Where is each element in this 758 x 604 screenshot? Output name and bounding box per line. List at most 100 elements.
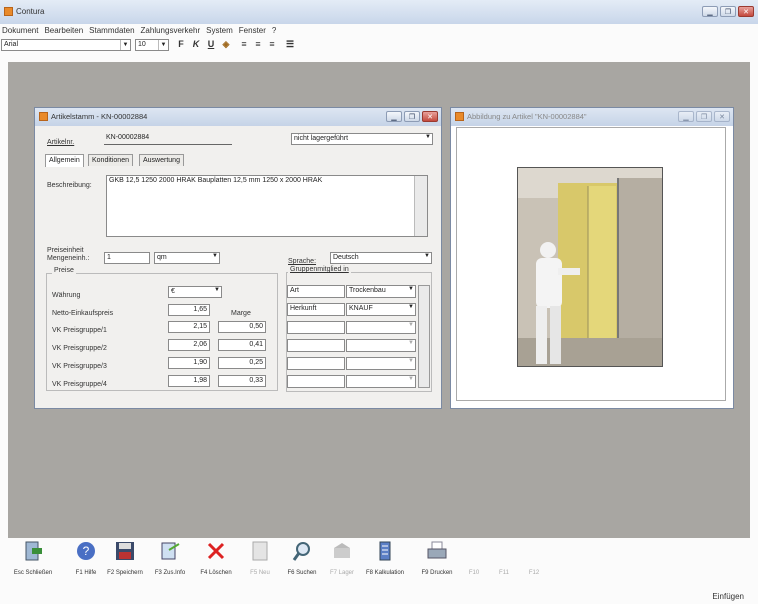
vk4-marge-field[interactable]: 0,33 xyxy=(218,375,266,387)
gruppe1-key-field[interactable]: Art xyxy=(287,285,345,298)
gruppe6-value-select[interactable]: ▼ xyxy=(346,375,416,388)
menu-stammdaten[interactable]: Stammdaten xyxy=(89,26,134,35)
align-right-icon[interactable]: ≡ xyxy=(266,39,278,51)
gruppe3-value-select[interactable]: ▼ xyxy=(346,321,416,334)
storage-select[interactable]: nicht lagergeführt ▼ xyxy=(291,133,433,145)
f10-placeholder xyxy=(463,540,485,562)
vk2-label: VK Preisgruppe/2 xyxy=(52,345,107,352)
vk3-marge-field[interactable]: 0,25 xyxy=(218,357,266,369)
esc-close-button[interactable]: Esc Schließen xyxy=(10,540,56,576)
beschreibung-textarea[interactable]: GKB 12,5 1250 2000 HRAK Bauplatten 12,5 … xyxy=(106,175,428,237)
image-window-titlebar[interactable]: Abbildung zu Artikel "KN-00002884" ▁ ❐ ✕ xyxy=(451,108,733,126)
f11-label: F11 xyxy=(499,570,509,576)
tab-konditionen[interactable]: Konditionen xyxy=(88,154,133,166)
save-label: F2 Speichern xyxy=(107,570,143,576)
info-button[interactable]: F3 Zus.Info xyxy=(148,540,192,576)
save-button[interactable]: F2 Speichern xyxy=(102,540,148,576)
waehrung-select[interactable]: € ▼ xyxy=(168,286,222,298)
info-icon xyxy=(159,540,181,562)
minimize-icon[interactable]: ▁ xyxy=(386,111,402,122)
delete-icon xyxy=(205,540,227,562)
underline-button[interactable]: U xyxy=(205,39,217,51)
chevron-down-icon: ▼ xyxy=(408,340,414,346)
close-icon[interactable]: ✕ xyxy=(422,111,438,122)
sprache-value: Deutsch xyxy=(333,254,359,261)
f12-button[interactable]: F12 xyxy=(522,540,546,576)
delete-label: F4 Löschen xyxy=(200,570,232,576)
f10-button[interactable]: F10 xyxy=(462,540,486,576)
f11-button[interactable]: F11 xyxy=(492,540,516,576)
gruppe1-value-select[interactable]: Trockenbau ▼ xyxy=(346,285,416,298)
color-icon[interactable]: ◈ xyxy=(220,39,232,51)
new-button[interactable]: F5 Neu xyxy=(240,540,280,576)
font-select[interactable]: Arial ▼ xyxy=(1,39,131,51)
calculation-button[interactable]: F8 Kalkulation xyxy=(362,540,408,576)
f12-placeholder xyxy=(523,540,545,562)
app-title: Contura xyxy=(16,7,45,16)
align-center-icon[interactable]: ≡ xyxy=(252,39,264,51)
chevron-down-icon: ▼ xyxy=(212,253,218,259)
stock-button[interactable]: F7 Lager xyxy=(322,540,362,576)
maximize-icon[interactable]: ❐ xyxy=(696,111,712,122)
menu-system[interactable]: System xyxy=(206,26,233,35)
align-left-icon[interactable]: ≡ xyxy=(238,39,250,51)
font-size-select[interactable]: 10 ▼ xyxy=(135,39,169,51)
gruppe5-key-field[interactable] xyxy=(287,357,345,370)
help-label: F1 Hilfe xyxy=(75,570,97,576)
close-icon[interactable]: ✕ xyxy=(738,6,754,17)
gruppen-label: Gruppenmitglied in xyxy=(288,266,351,273)
menu-dokument[interactable]: Dokument xyxy=(2,26,38,35)
gruppe2-value-select[interactable]: KNAUF ▼ xyxy=(346,303,416,316)
gruppe4-key-field[interactable] xyxy=(287,339,345,352)
beschreibung-scrollbar[interactable] xyxy=(414,176,427,236)
article-window-titlebar[interactable]: Artikelstamm - KN-00002884 ▁ ❐ ✕ xyxy=(35,108,441,126)
chevron-down-icon: ▼ xyxy=(408,304,414,310)
vk3-price-field[interactable]: 1,90 xyxy=(168,357,210,369)
list-icon[interactable]: ☰ xyxy=(284,39,296,51)
mengeneinh-label: Mengeneinh.: xyxy=(47,255,90,262)
calc-icon xyxy=(374,540,396,562)
sprache-select[interactable]: Deutsch ▼ xyxy=(330,252,432,264)
help-button[interactable]: ? F1 Hilfe xyxy=(66,540,106,576)
print-button[interactable]: F9 Drucken xyxy=(416,540,458,576)
gruppe5-value-select[interactable]: ▼ xyxy=(346,357,416,370)
svg-text:?: ? xyxy=(83,544,90,558)
vk1-marge-field[interactable]: 0,50 xyxy=(218,321,266,333)
italic-button[interactable]: K xyxy=(190,39,202,51)
menu-bearbeiten[interactable]: Bearbeiten xyxy=(44,26,83,35)
vk2-price-field[interactable]: 2,06 xyxy=(168,339,210,351)
maximize-icon[interactable]: ❐ xyxy=(720,6,736,17)
minimize-icon[interactable]: ▁ xyxy=(678,111,694,122)
chevron-down-icon: ▼ xyxy=(408,376,414,382)
delete-button[interactable]: F4 Löschen xyxy=(194,540,238,576)
print-icon xyxy=(426,540,448,562)
vk2-marge-field[interactable]: 0,41 xyxy=(218,339,266,351)
maximize-icon[interactable]: ❐ xyxy=(404,111,420,122)
menu-help[interactable]: ? xyxy=(272,26,276,35)
menu-zahlungsverkehr[interactable]: Zahlungsverkehr xyxy=(141,26,201,35)
close-icon[interactable]: ✕ xyxy=(714,111,730,122)
netto-field[interactable]: 1,65 xyxy=(168,304,210,316)
bold-button[interactable]: F xyxy=(175,39,187,51)
app-window-controls: ▁ ❐ ✕ xyxy=(702,6,754,17)
gruppe3-key-field[interactable] xyxy=(287,321,345,334)
gruppe6-key-field[interactable] xyxy=(287,375,345,388)
mengeneinh-select[interactable]: qm ▼ xyxy=(154,252,220,264)
tab-allgemein[interactable]: Allgemein xyxy=(45,154,84,167)
minimize-icon[interactable]: ▁ xyxy=(702,6,718,17)
gruppen-scrollbar[interactable] xyxy=(418,285,430,388)
new-icon xyxy=(249,540,271,562)
preiseinheit-field[interactable]: 1 xyxy=(104,252,150,264)
menu-bar: Dokument Bearbeiten Stammdaten Zahlungsv… xyxy=(0,24,758,36)
stock-label: F7 Lager xyxy=(329,570,354,576)
gruppe4-value-select[interactable]: ▼ xyxy=(346,339,416,352)
artikelnr-field[interactable]: KN-00002884 xyxy=(104,133,232,145)
vk4-price-field[interactable]: 1,98 xyxy=(168,375,210,387)
menu-fenster[interactable]: Fenster xyxy=(239,26,266,35)
vk1-price-field[interactable]: 2,15 xyxy=(168,321,210,333)
gruppe2-key-field[interactable]: Herkunft xyxy=(287,303,345,316)
vk3-label: VK Preisgruppe/3 xyxy=(52,363,107,370)
window-icon xyxy=(455,112,464,121)
search-button[interactable]: F6 Suchen xyxy=(282,540,322,576)
tab-auswertung[interactable]: Auswertung xyxy=(139,154,184,166)
